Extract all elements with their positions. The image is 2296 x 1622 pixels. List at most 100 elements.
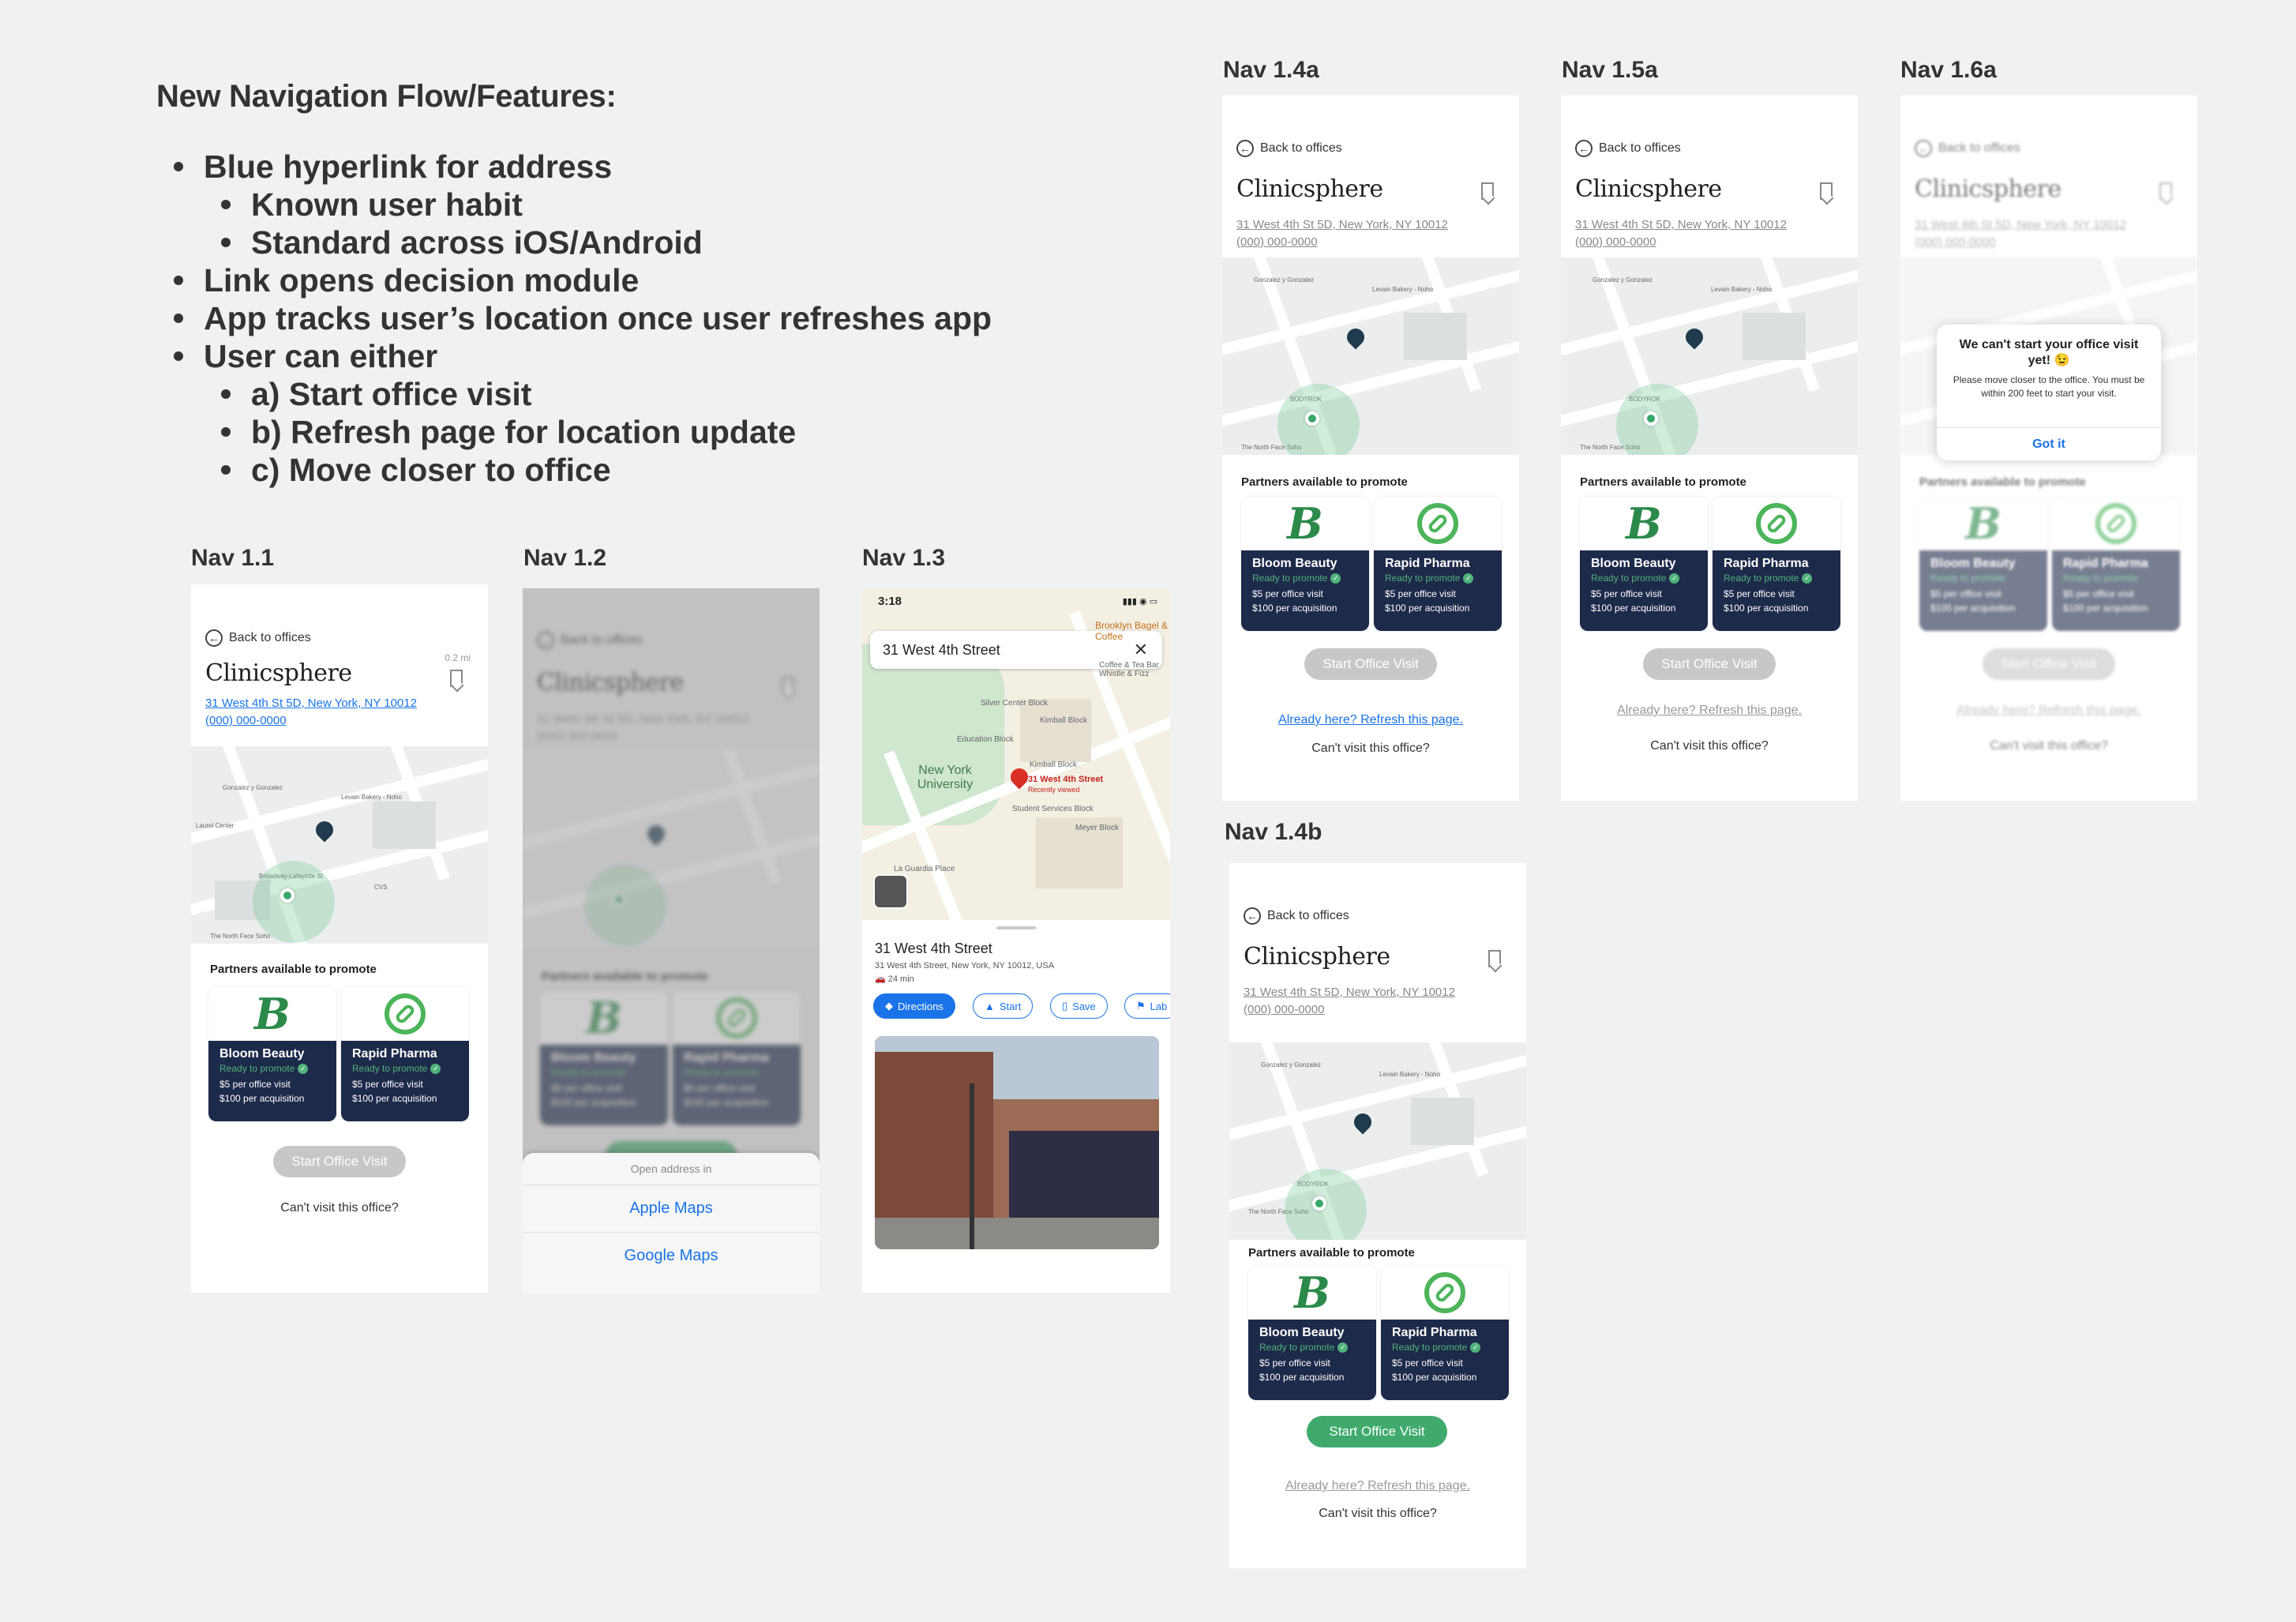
notes-panel: New Navigation Flow/Features: Blue hyper…: [156, 79, 1183, 489]
google-maps-option[interactable]: Google Maps: [523, 1232, 820, 1279]
user-location-icon: [1312, 1196, 1326, 1211]
street-view-thumbnail[interactable]: [873, 874, 908, 909]
partners-title: Partners available to promote: [1241, 475, 1408, 489]
refresh-page-link[interactable]: Already here? Refresh this page.: [1561, 704, 1858, 718]
bookmark-icon[interactable]: [1820, 182, 1833, 200]
start-office-visit-button[interactable]: Start Office Visit: [1643, 648, 1776, 680]
bloom-logo-icon: B: [208, 987, 336, 1041]
check-icon: ✓: [1470, 1342, 1481, 1353]
alert-title: We can't start your office visit yet! 😉: [1959, 338, 2139, 367]
user-location-icon: [1305, 411, 1319, 426]
bloom-logo-icon: B: [1241, 497, 1369, 550]
partner-status: Ready to promote: [1385, 573, 1461, 584]
office-map[interactable]: Gonzalez y Gonzalez Levain Bakery - Noho…: [1229, 1042, 1526, 1240]
frame-title-nav16a: Nav 1.6a: [1900, 57, 1997, 83]
address-link[interactable]: 31 West 4th St 5D, New York, NY 10012 (00…: [1236, 216, 1448, 251]
address-link[interactable]: 31 West 4th St 5D, New York, NY 10012 (00…: [1575, 216, 1787, 251]
back-label: Back to offices: [1599, 141, 1681, 155]
map-label: Gonzalez y Gonzalez: [1254, 276, 1315, 283]
map-label: Gonzalez y Gonzalez: [223, 784, 283, 791]
google-map[interactable]: 3:18 ▮▮▮ ◉ ▭ 31 West 4th Street ✕ Brookly…: [862, 588, 1170, 920]
bookmark-icon[interactable]: [1488, 950, 1501, 967]
partner-card-rapid[interactable]: Rapid Pharma Ready to promote ✓ $5 per offi…: [1374, 497, 1502, 631]
location-radius: [253, 861, 335, 943]
map-block: [1411, 1098, 1474, 1145]
cant-visit-link[interactable]: Can't visit this office?: [1561, 739, 1858, 753]
office-map[interactable]: Gonzalez y Gonzalez Levain Bakery - Noho…: [1222, 257, 1519, 455]
got-it-button[interactable]: Got it: [1937, 427, 2161, 460]
partner-name: Rapid Pharma: [352, 1047, 437, 1061]
partner-rate: $100 per acquisition: [1392, 1372, 1477, 1383]
cant-visit-link[interactable]: Can't visit this office?: [1222, 742, 1519, 756]
button-label: Lab: [1150, 1000, 1168, 1012]
partner-card-bloom[interactable]: B Bloom Beauty Ready to promote ✓ $5 per of…: [208, 987, 336, 1121]
street-photo[interactable]: [875, 1036, 1159, 1249]
close-icon[interactable]: ✕: [1134, 640, 1148, 660]
check-icon: ✓: [1463, 573, 1474, 584]
sheet-handle[interactable]: [996, 926, 1036, 929]
save-button[interactable]: ▯ Save: [1050, 993, 1108, 1019]
refresh-page-link[interactable]: Already here? Refresh this page.: [1229, 1479, 1526, 1493]
back-to-offices[interactable]: ← Back to offices: [1244, 907, 1349, 925]
partners-title: Partners available to promote: [1248, 1246, 1415, 1260]
partner-card-rapid[interactable]: Rapid Pharma Ready to promote ✓ $5 per offi…: [1713, 497, 1840, 631]
back-to-offices[interactable]: ← Back to offices: [205, 629, 311, 647]
partners-title: Partners available to promote: [1919, 475, 2086, 489]
partner-card-bloom: B Bloom Beauty Ready to promote $5 per offi…: [1919, 497, 2047, 631]
map-label: Levain Bakery - Noho: [1379, 1071, 1440, 1078]
partner-name: Bloom Beauty: [1259, 1326, 1345, 1339]
sheet-header: Open address in: [630, 1162, 712, 1175]
partner-card-bloom[interactable]: B Bloom Beauty Ready to promote ✓ $5 per off…: [1241, 497, 1369, 631]
cant-visit-link: Can't visit this office?: [1990, 739, 2108, 753]
map-label: 31 West 4th Street: [1028, 775, 1104, 784]
start-office-visit-button[interactable]: Start Office Visit: [1304, 648, 1437, 680]
bookmark-icon[interactable]: [1481, 182, 1494, 200]
alert-message: Please move closer to the office. You mu…: [1953, 374, 2145, 399]
back-to-offices[interactable]: ← Back to offices: [1575, 140, 1681, 157]
notes-item: User can either: [156, 337, 1183, 375]
office-map[interactable]: Gonzalez y Gonzalez Levain Bakery - Noho…: [191, 746, 488, 944]
partner-card-rapid[interactable]: Rapid Pharma Ready to promote ✓ $5 per offi…: [341, 987, 469, 1121]
address-link[interactable]: 31 West 4th St 5D, New York, NY 10012 (00…: [1244, 984, 1455, 1019]
too-far-alert: We can't start your office visit yet! 😉 …: [1937, 325, 2161, 460]
map-label: Coffee & Tea Bar Whistle & Fizz: [1099, 661, 1159, 678]
partner-card-bloom[interactable]: B Bloom Beauty Ready to promote ✓ $5 per off…: [1580, 497, 1708, 631]
map-label: Kimball Block: [1040, 716, 1088, 725]
address-line: 31 West 4th St 5D, New York, NY 10012: [205, 696, 417, 710]
partner-status: Ready to promote: [2063, 573, 2139, 584]
screen-nav11: ← Back to offices 0.2 mi Clinicsphere 31…: [191, 584, 488, 1293]
map-label: La Guardia Place: [894, 865, 955, 873]
directions-button[interactable]: ◆ Directions: [873, 993, 955, 1019]
partner-status: Ready to promote: [352, 1063, 428, 1074]
phone-line: (000) 000-0000: [1244, 1003, 1325, 1016]
start-office-visit-button[interactable]: Start Office Visit: [273, 1146, 406, 1177]
office-name: Clinicsphere: [1915, 175, 2062, 203]
map-label: Levain Bakery - Noho: [1711, 286, 1772, 293]
address-link[interactable]: 31 West 4th St 5D, New York, NY 10012 (0…: [205, 695, 417, 730]
phone-line: (000) 000-0000: [1236, 235, 1318, 249]
label-button[interactable]: ⚑ Lab: [1124, 993, 1170, 1019]
map-label: Kimball Block: [1030, 760, 1078, 769]
partner-status: Ready to promote: [1392, 1342, 1468, 1353]
office-map[interactable]: Gonzalez y Gonzalez Levain Bakery - Noho…: [1561, 257, 1858, 455]
start-office-visit-button: Start Office Visit: [1983, 648, 2115, 680]
partner-rate: $5 per office visit: [1385, 588, 1456, 599]
partner-rate: $100 per acquisition: [1930, 603, 2016, 614]
map-label: Gonzalez y Gonzalez: [1261, 1061, 1322, 1068]
flag-icon: ⚑: [1136, 1000, 1146, 1012]
apple-maps-option[interactable]: Apple Maps: [523, 1185, 820, 1232]
start-button[interactable]: ▲ Start: [973, 993, 1034, 1019]
refresh-page-link[interactable]: Already here? Refresh this page.: [1222, 713, 1519, 727]
partner-card-bloom[interactable]: B Bloom Beauty Ready to promote ✓ $5 per off…: [1248, 1266, 1376, 1400]
start-office-visit-button[interactable]: Start Office Visit: [1307, 1416, 1447, 1447]
partner-card-rapid[interactable]: Rapid Pharma Ready to promote ✓ $5 per offi…: [1381, 1266, 1509, 1400]
place-sheet: 31 West 4th Street 31 West 4th Street, N…: [862, 920, 1170, 1293]
cant-visit-link[interactable]: Can't visit this office?: [1229, 1507, 1526, 1521]
status-icons: ▮▮▮ ◉ ▭: [1122, 597, 1157, 606]
frame-title-nav11: Nav 1.1: [191, 545, 275, 571]
back-to-offices[interactable]: ← Back to offices: [1236, 140, 1342, 157]
partner-status: Ready to promote: [1930, 573, 2006, 584]
partner-status: Ready to promote: [219, 1063, 295, 1074]
cant-visit-link[interactable]: Can't visit this office?: [191, 1201, 488, 1215]
bookmark-icon[interactable]: [450, 670, 463, 687]
